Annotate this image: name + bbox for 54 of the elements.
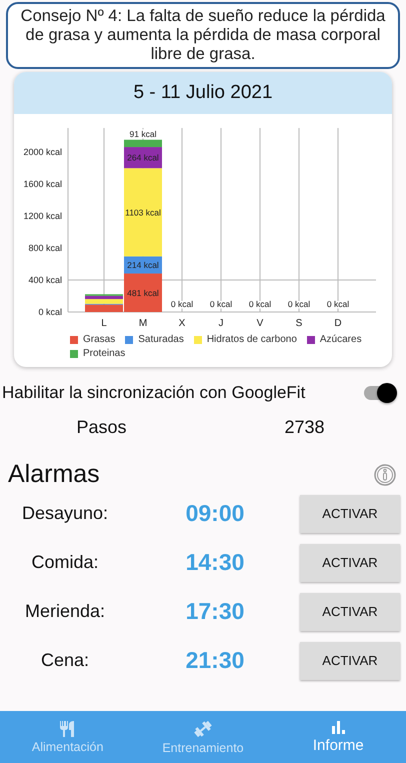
value-label: 0 kcal: [210, 299, 232, 309]
alarm-time: 14:30: [184, 549, 246, 576]
y-tick-label: 0 kcal: [38, 307, 62, 317]
y-tick-label: 1200 kcal: [23, 211, 62, 221]
value-label: 1103 kcal: [125, 207, 161, 218]
alarm-time: 17:30: [184, 598, 246, 625]
legend-item: Azúcares: [306, 334, 362, 345]
legend-item: Hidratos de carbono: [194, 334, 297, 345]
x-tick-label: X: [178, 318, 186, 329]
activate-button[interactable]: ACTIVAR: [300, 592, 400, 630]
y-tick-label: 1600 kcal: [23, 179, 62, 189]
alarm-time: 21:30: [184, 647, 246, 674]
x-tick-label: S: [296, 318, 302, 329]
sync-switch[interactable]: [364, 386, 396, 400]
fork-knife-icon: [58, 720, 77, 736]
steps-value: 2738: [283, 417, 326, 438]
nav-label: Entrenamiento: [162, 740, 244, 754]
x-tick-label: L: [101, 318, 107, 329]
y-tick-label: 800 kcal: [28, 243, 62, 253]
y-tick-label: 2000 kcal: [23, 147, 62, 157]
x-tick-label: V: [256, 318, 264, 329]
meal-label: Cena:: [40, 650, 90, 671]
x-tick-label: J: [218, 318, 224, 329]
nav-label: Informe: [312, 737, 364, 754]
x-tick-label: M: [138, 318, 148, 329]
value-label: 91 kcal: [130, 128, 156, 139]
meal-label: Desayuno:: [20, 503, 110, 524]
legend-item: Proteinas: [70, 348, 126, 359]
dumbbell-icon: [192, 720, 213, 738]
activate-button[interactable]: ACTIVAR: [300, 544, 400, 582]
steps-label: Pasos: [75, 417, 128, 438]
legend-item: Saturadas: [125, 334, 184, 345]
info-icon[interactable]: [374, 464, 396, 486]
x-tick-label: D: [334, 318, 342, 329]
week-range-title: 5 - 11 Julio 2021: [14, 72, 392, 114]
bar-chart-icon: [331, 720, 346, 734]
value-label: 214 kcal: [127, 260, 159, 270]
value-label: 0 kcal: [170, 299, 194, 309]
meal-label: Comida:: [30, 552, 100, 573]
y-tick-label: 400 kcal: [28, 275, 62, 285]
value-label: 0 kcal: [248, 299, 272, 309]
legend-item: Grasas: [70, 334, 116, 345]
alarm-time: 09:00: [184, 500, 246, 527]
sync-label: Habilitar la sincronización con GoogleFit: [2, 383, 306, 403]
value-label: 481 kcal: [127, 288, 159, 298]
value-label: 264 kcal: [127, 152, 159, 163]
nav-label: Alimentación: [32, 740, 104, 754]
activate-button[interactable]: ACTIVAR: [300, 642, 400, 680]
meal-label: Merienda:: [24, 601, 106, 622]
alarms-title: Alarmas: [8, 460, 100, 489]
value-label: 0 kcal: [288, 299, 310, 309]
tip-banner: Consejo Nº 4: La falta de sueño reduce la pérdida de grasa y aumenta la pérdida de masa corporal libre de grasa.: [6, 2, 400, 69]
value-label: 0 kcal: [326, 299, 350, 309]
activate-button[interactable]: ACTIVAR: [300, 494, 400, 532]
